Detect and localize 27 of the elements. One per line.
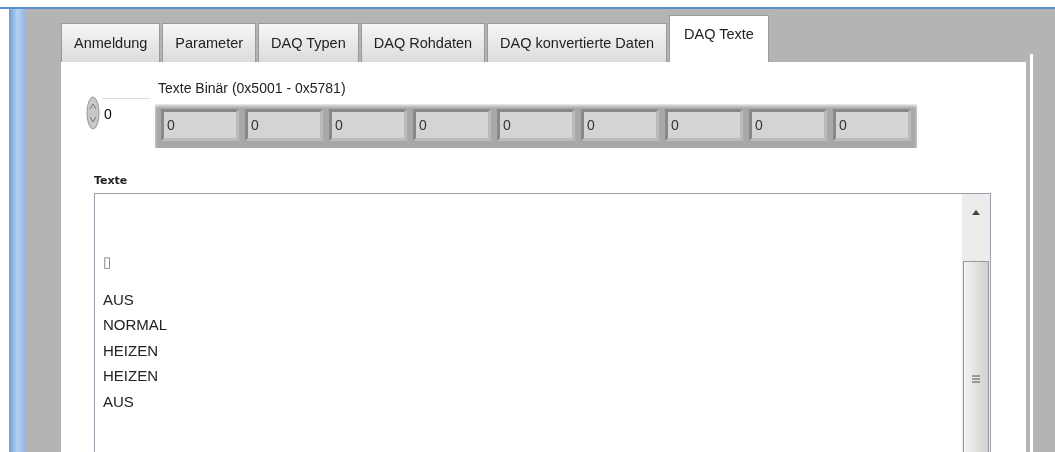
scroll-up-icon[interactable] [971, 208, 981, 216]
tab[interactable]: DAQ Rohdaten [360, 23, 486, 62]
tab[interactable]: DAQ Texte [669, 15, 769, 62]
value-field[interactable]: 0 [413, 109, 491, 141]
value-field[interactable]: 0 [665, 109, 743, 141]
value-field[interactable]: 0 [833, 109, 911, 141]
value-field[interactable]: 0 [245, 109, 323, 141]
text-line: NORMAL [103, 316, 168, 333]
value-field[interactable]: 0 [329, 109, 407, 141]
tab[interactable]: DAQ Typen [258, 23, 359, 62]
tab[interactable]: Parameter [162, 23, 257, 62]
text-line: HEIZEN [103, 341, 158, 359]
scrollbar-thumb[interactable] [963, 261, 989, 452]
value-field[interactable]: 0 [497, 109, 575, 141]
text-area[interactable]: ▯ AUS NORMAL HEIZEN HEIZEN AUS [94, 193, 991, 452]
tab[interactable]: DAQ konvertierte Daten [487, 23, 668, 62]
texts-label: Texte [94, 174, 129, 187]
spinner-icon[interactable] [86, 96, 100, 130]
text-line: ▯ [103, 253, 111, 270]
value-field[interactable]: 0 [161, 109, 239, 141]
array-label: Texte Binär (0x5001 - 0x5781) [158, 80, 347, 96]
value-field[interactable]: 0 [749, 109, 827, 141]
text-line: HEIZEN [103, 367, 158, 384]
text-line: AUS [103, 290, 134, 308]
text-line: AUS [103, 392, 134, 410]
value-field[interactable]: 0 [581, 109, 659, 141]
tab[interactable]: Anmeldung [61, 23, 161, 62]
